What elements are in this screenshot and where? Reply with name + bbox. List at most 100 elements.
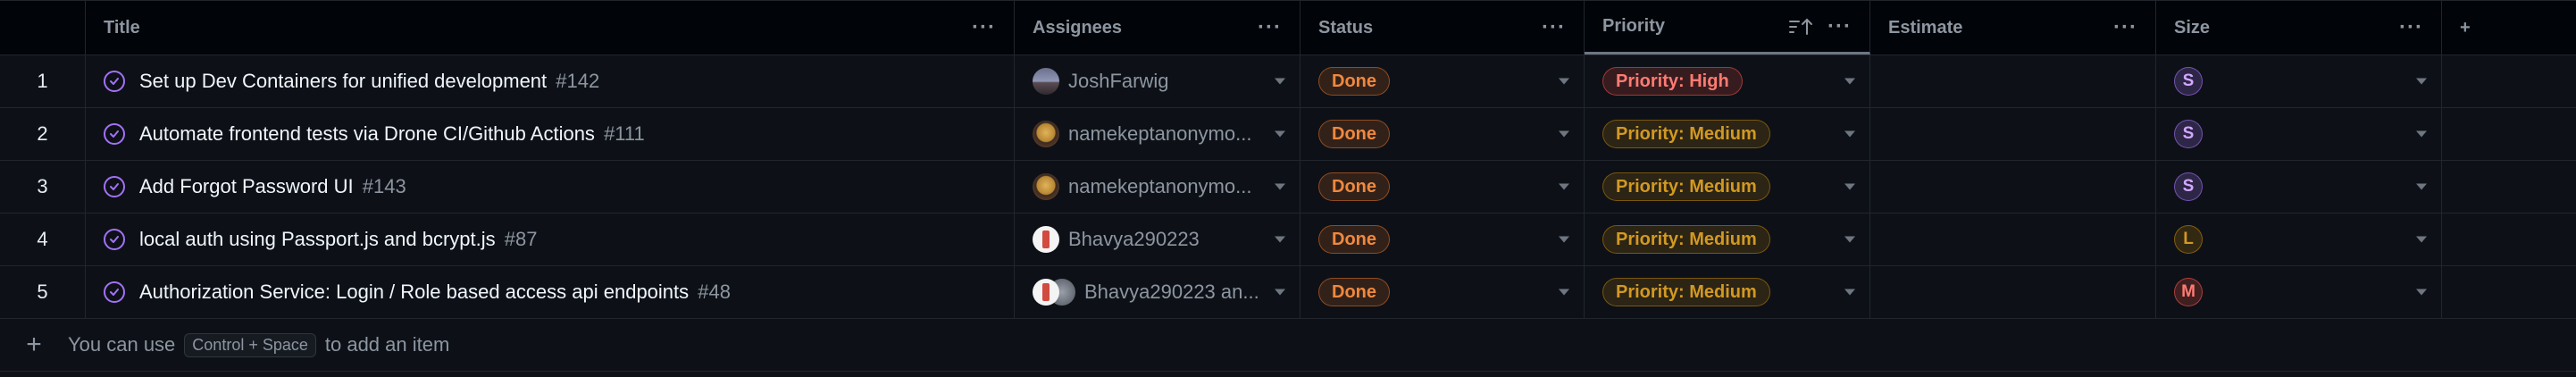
chevron-down-icon[interactable] xyxy=(1844,130,1855,138)
chevron-down-icon[interactable] xyxy=(1275,289,1285,296)
title-cell[interactable]: local auth using Passport.js and bcrypt.… xyxy=(86,214,1015,265)
chevron-down-icon[interactable] xyxy=(1844,183,1855,190)
chevron-down-icon[interactable] xyxy=(2416,130,2427,138)
status-badge: Done xyxy=(1318,67,1390,96)
assignee-name: namekeptanonymo... xyxy=(1068,122,1252,145)
size-cell[interactable]: L xyxy=(2156,214,2442,265)
chevron-down-icon[interactable] xyxy=(1844,236,1855,243)
header-estimate[interactable]: Estimate ··· xyxy=(1870,1,2156,54)
assignee-name: JoshFarwig xyxy=(1068,70,1169,92)
assignees-cell[interactable]: JoshFarwig xyxy=(1015,55,1301,107)
size-badge: S xyxy=(2174,172,2203,201)
table-row[interactable]: 5 Authorization Service: Login / Role ba… xyxy=(0,266,2576,319)
assignee-name: Bhavya290223 xyxy=(1068,228,1200,250)
row-spacer xyxy=(2442,55,2576,107)
avatar xyxy=(1033,173,1059,200)
issue-title-link[interactable]: Set up Dev Containers for unified develo… xyxy=(139,70,547,92)
assignees-cell[interactable]: Bhavya290223 an... xyxy=(1015,266,1301,318)
chevron-down-icon[interactable] xyxy=(1275,183,1285,190)
issue-number: #142 xyxy=(556,70,600,92)
size-badge: S xyxy=(2174,67,2203,96)
more-horizontal-icon[interactable]: ··· xyxy=(972,17,996,38)
chevron-down-icon[interactable] xyxy=(1275,236,1285,243)
header-assignees[interactable]: Assignees ··· xyxy=(1015,1,1301,54)
issue-closed-check-icon xyxy=(104,281,125,303)
estimate-cell[interactable] xyxy=(1870,108,2156,160)
status-cell[interactable]: Done xyxy=(1301,214,1585,265)
chevron-down-icon[interactable] xyxy=(1559,130,1569,138)
chevron-down-icon[interactable] xyxy=(2416,289,2427,296)
chevron-down-icon[interactable] xyxy=(1559,236,1569,243)
header-index xyxy=(0,1,86,54)
header-size[interactable]: Size ··· xyxy=(2156,1,2442,54)
title-cell[interactable]: Authorization Service: Login / Role base… xyxy=(86,266,1015,318)
status-cell[interactable]: Done xyxy=(1301,161,1585,213)
priority-badge: Priority: Medium xyxy=(1602,225,1770,254)
add-item-row[interactable]: + You can use Control + Space to add an … xyxy=(0,319,2576,372)
status-cell[interactable]: Done xyxy=(1301,55,1585,107)
assignee-name: Bhavya290223 an... xyxy=(1084,281,1259,303)
chevron-down-icon[interactable] xyxy=(1559,78,1569,85)
priority-cell[interactable]: Priority: Medium xyxy=(1585,161,1870,213)
header-title[interactable]: Title ··· xyxy=(86,1,1015,54)
header-estimate-label: Estimate xyxy=(1888,17,1963,38)
priority-cell[interactable]: Priority: High xyxy=(1585,55,1870,107)
priority-cell[interactable]: Priority: Medium xyxy=(1585,108,1870,160)
header-status[interactable]: Status ··· xyxy=(1301,1,1585,54)
assignees-cell[interactable]: namekeptanonymo... xyxy=(1015,161,1301,213)
status-cell[interactable]: Done xyxy=(1301,266,1585,318)
more-horizontal-icon[interactable]: ··· xyxy=(1827,15,1852,38)
add-item-suffix: to add an item xyxy=(324,333,450,356)
table-row[interactable]: 1 Set up Dev Containers for unified deve… xyxy=(0,55,2576,108)
assignees-cell[interactable]: Bhavya290223 xyxy=(1015,214,1301,265)
chevron-down-icon[interactable] xyxy=(2416,78,2427,85)
row-spacer xyxy=(2442,266,2576,318)
more-horizontal-icon[interactable]: ··· xyxy=(1542,17,1566,38)
assignees-cell[interactable]: namekeptanonymo... xyxy=(1015,108,1301,160)
title-cell[interactable]: Automate frontend tests via Drone CI/Git… xyxy=(86,108,1015,160)
row-spacer xyxy=(2442,161,2576,213)
size-cell[interactable]: S xyxy=(2156,55,2442,107)
chevron-down-icon[interactable] xyxy=(1844,78,1855,85)
issue-title-link[interactable]: local auth using Passport.js and bcrypt.… xyxy=(139,228,496,250)
issue-title-link[interactable]: Authorization Service: Login / Role base… xyxy=(139,281,689,303)
estimate-cell[interactable] xyxy=(1870,55,2156,107)
header-priority[interactable]: Priority ··· xyxy=(1585,1,1870,54)
status-cell[interactable]: Done xyxy=(1301,108,1585,160)
issue-title-link[interactable]: Add Forgot Password UI xyxy=(139,175,354,197)
estimate-cell[interactable] xyxy=(1870,214,2156,265)
plus-icon[interactable]: + xyxy=(0,330,68,360)
chevron-down-icon[interactable] xyxy=(1275,130,1285,138)
sort-ascending-icon[interactable] xyxy=(1788,17,1813,37)
estimate-cell[interactable] xyxy=(1870,161,2156,213)
priority-badge: Priority: Medium xyxy=(1602,120,1770,148)
title-cell[interactable]: Add Forgot Password UI #143 xyxy=(86,161,1015,213)
table-row[interactable]: 3 Add Forgot Password UI #143 namekeptan… xyxy=(0,161,2576,214)
size-cell[interactable]: S xyxy=(2156,161,2442,213)
status-badge: Done xyxy=(1318,278,1390,306)
chevron-down-icon[interactable] xyxy=(2416,236,2427,243)
issue-title-link[interactable]: Automate frontend tests via Drone CI/Git… xyxy=(139,122,595,145)
header-status-label: Status xyxy=(1318,17,1374,38)
priority-cell[interactable]: Priority: Medium xyxy=(1585,214,1870,265)
table-row[interactable]: 4 local auth using Passport.js and bcryp… xyxy=(0,214,2576,266)
add-column-button[interactable]: + xyxy=(2442,1,2576,54)
header-priority-label: Priority xyxy=(1602,16,1666,36)
table-row[interactable]: 2 Automate frontend tests via Drone CI/G… xyxy=(0,108,2576,161)
more-horizontal-icon[interactable]: ··· xyxy=(1258,17,1282,38)
chevron-down-icon[interactable] xyxy=(2416,183,2427,190)
chevron-down-icon[interactable] xyxy=(1559,289,1569,296)
chevron-down-icon[interactable] xyxy=(1844,289,1855,296)
estimate-cell[interactable] xyxy=(1870,266,2156,318)
title-cell[interactable]: Set up Dev Containers for unified develo… xyxy=(86,55,1015,107)
priority-badge: Priority: Medium xyxy=(1602,278,1770,306)
table-header: Title ··· Assignees ··· Status ··· Prior… xyxy=(0,0,2576,55)
chevron-down-icon[interactable] xyxy=(1559,183,1569,190)
chevron-down-icon[interactable] xyxy=(1275,78,1285,85)
priority-cell[interactable]: Priority: Medium xyxy=(1585,266,1870,318)
more-horizontal-icon[interactable]: ··· xyxy=(2399,17,2423,38)
issue-closed-check-icon xyxy=(104,176,125,197)
size-cell[interactable]: S xyxy=(2156,108,2442,160)
more-horizontal-icon[interactable]: ··· xyxy=(2113,17,2137,38)
size-cell[interactable]: M xyxy=(2156,266,2442,318)
